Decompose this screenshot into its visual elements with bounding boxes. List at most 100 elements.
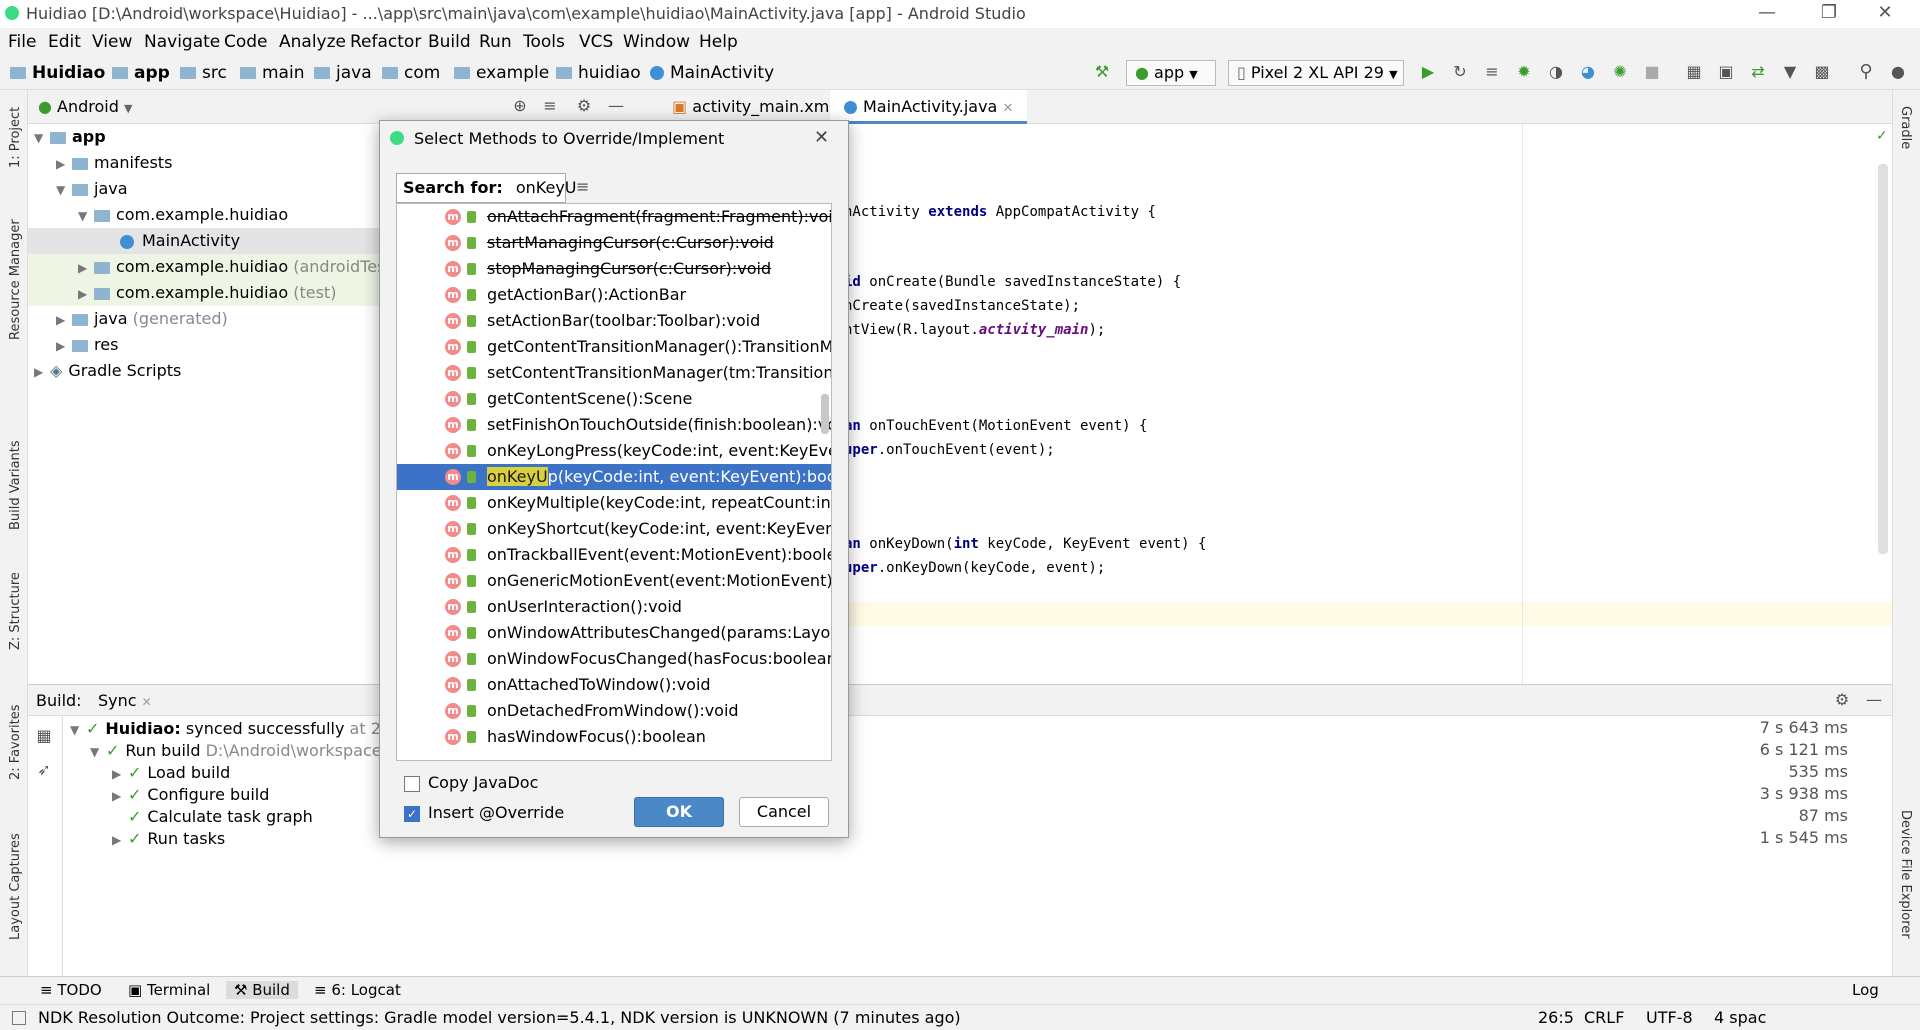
dialog-close-icon[interactable]: ✕ [814,127,829,148]
apply-code-changes-icon[interactable]: ≡ [1482,62,1502,82]
menu-run[interactable]: Run [479,32,512,52]
menu-refactor[interactable]: Refactor [350,32,421,52]
tab-sync[interactable]: Sync ✕ [98,691,152,710]
android-view-select[interactable]: ● Android ▼ [38,97,132,116]
build-row[interactable]: ▶ ✓ Configure build [112,784,1872,806]
minimize-icon[interactable]: — [1752,2,1782,23]
breadcrumb-src[interactable]: src [180,63,227,83]
method-item[interactable]: m onUserInteraction():void [397,594,831,620]
method-item[interactable]: m startManagingCursor(c:Cursor):void [397,230,831,256]
insert-override-option[interactable]: ✓ Insert @Override [404,803,564,822]
status-toggle-icon[interactable] [12,1011,26,1025]
build-row[interactable]: ▶ ✓ Load build [112,762,1872,784]
debug-icon[interactable]: ✹ [1514,62,1534,82]
method-item[interactable]: m onAttachFragment(fragment:Fragment):voi… [397,204,831,230]
avd-manager-icon[interactable]: ▣ [1716,62,1736,82]
method-item[interactable]: m onGenericMotionEvent(event:MotionEvent)… [397,568,831,594]
sort-icon[interactable]: ≡ [576,177,589,196]
copy-javadoc-option[interactable]: Copy JavaDoc [404,773,538,792]
tool-project[interactable]: 1: Project [8,107,23,168]
account-icon[interactable]: ● [1888,62,1908,82]
method-item[interactable]: m onTrackballEvent(event:MotionEvent):boo… [397,542,831,568]
collapse-all-icon[interactable]: ≡ [540,96,560,116]
close-tab-icon[interactable]: ✕ [142,695,152,709]
method-item[interactable]: m getContentScene():Scene [397,386,831,412]
method-list[interactable]: m onAttachFragment(fragment:Fragment):voi… [396,203,832,761]
tab-event-log[interactable]: Log [1852,981,1879,999]
settings-gear-icon[interactable]: ⚙ [574,96,594,116]
tool-resource-manager[interactable]: Resource Manager [8,219,23,340]
tab-terminal[interactable]: ▣ Terminal [128,981,210,999]
breadcrumb-main[interactable]: main [240,63,304,83]
device-select[interactable]: ▯ Pixel 2 XL API 29 ▼ [1228,60,1404,86]
breadcrumb-example[interactable]: example [454,63,549,83]
rerun-icon[interactable]: ▦ [34,726,54,746]
editor-scrollbar[interactable] [1878,164,1888,554]
gradle-sync-icon[interactable]: ⇄ [1748,62,1768,82]
menu-analyze[interactable]: Analyze [279,32,346,52]
tab-build[interactable]: ⚒ Build [226,981,298,999]
method-item[interactable]: m setFinishOnTouchOutside(finish:boolean)… [397,412,831,438]
tab-logcat[interactable]: ≡ 6: Logcat [314,981,401,999]
project-structure-icon[interactable]: ▩ [1812,62,1832,82]
apply-changes-icon[interactable]: ↻ [1450,62,1470,82]
run-icon[interactable]: ▶ [1418,62,1438,82]
build-row[interactable]: ✓ Calculate task graph [112,806,1872,828]
menu-window[interactable]: Window [623,32,690,52]
close-tab-icon[interactable]: ✕ [1002,101,1013,116]
pin-icon[interactable]: ➶ [34,760,54,780]
close-window-icon[interactable]: ✕ [1870,2,1900,23]
menu-vcs[interactable]: VCS [579,32,613,52]
method-item[interactable]: m onAttachedToWindow():void [397,672,831,698]
method-item[interactable]: m setContentTransitionManager(tm:Transiti… [397,360,831,386]
line-separator[interactable]: CRLF [1584,1008,1624,1027]
run-config-select[interactable]: ● app ▼ [1126,60,1216,86]
breadcrumb-com[interactable]: com [382,63,440,83]
ok-button[interactable]: OK [634,797,724,827]
method-item[interactable]: m onWindowFocusChanged(hasFocus:boolean):… [397,646,831,672]
restore-icon[interactable]: ❐ [1814,2,1844,23]
attach-debugger-icon[interactable]: ◑ [1546,62,1566,82]
settings-gear-icon[interactable]: ⚙ [1832,690,1852,710]
tab-mainactivity-java[interactable]: MainActivity.java ✕ [830,90,1028,124]
build-row[interactable]: ▼ ✓ Huidiao: synced successfully at 2020 [70,718,1870,740]
method-item[interactable]: m onWindowAttributesChanged(params:Layout… [397,620,831,646]
hide-panel-icon[interactable]: — [606,96,626,116]
locate-icon[interactable]: ⊕ [510,96,530,116]
method-item[interactable]: m getActionBar():ActionBar [397,282,831,308]
method-item[interactable]: m stopManagingCursor(c:Cursor):void [397,256,831,282]
menu-navigate[interactable]: Navigate [144,32,220,52]
list-scrollbar[interactable] [821,394,829,434]
method-item[interactable]: m hasWindowFocus():boolean [397,724,831,750]
method-item[interactable]: m onDetachedFromWindow():void [397,698,831,724]
tool-gradle[interactable]: Gradle [1898,106,1913,149]
insert-override-checkbox[interactable]: ✓ [404,805,420,822]
search-icon[interactable]: ⚲ [1856,62,1876,82]
tool-build-variants[interactable]: Build Variants [8,440,23,530]
menu-file[interactable]: File [8,32,36,52]
tool-favorites[interactable]: 2: Favorites [8,704,23,780]
method-search-field[interactable]: Search for: onKeyU [396,173,577,203]
sync-project-icon[interactable]: ▦ [1684,62,1704,82]
cancel-button[interactable]: Cancel [739,797,829,827]
method-item-selected[interactable]: m onKeyUp(keyCode:int, event:KeyEvent):bo… [397,464,831,490]
build-row[interactable]: ▼ ✓ Run build D:\Android\workspace\ [90,740,1870,762]
breadcrumb-huidiao[interactable]: huidiao [556,63,641,83]
copy-javadoc-checkbox[interactable] [404,775,420,792]
menu-tools[interactable]: Tools [523,32,565,52]
breadcrumb-app[interactable]: app [112,63,170,83]
menu-view[interactable]: View [92,32,132,52]
method-item[interactable]: m getContentTransitionManager():Transitio… [397,334,831,360]
profile-icon[interactable]: ◕ [1578,62,1598,82]
menu-code[interactable]: Code [224,32,268,52]
file-encoding[interactable]: UTF-8 [1646,1008,1693,1027]
menu-build[interactable]: Build [428,32,471,52]
method-item[interactable]: m onKeyLongPress(keyCode:int, event:KeyEv… [397,438,831,464]
tool-device-file-explorer[interactable]: Device File Explorer [1898,810,1913,939]
breadcrumb-java[interactable]: java [314,63,372,83]
status-message[interactable]: NDK Resolution Outcome: Project settings… [38,1008,961,1027]
hammer-build-icon[interactable]: ⚒ [1092,62,1112,82]
indent-setting[interactable]: 4 spac [1714,1008,1766,1027]
tab-todo[interactable]: ≡ TODO [40,981,102,999]
sdk-manager-icon[interactable]: ▼ [1780,62,1800,82]
